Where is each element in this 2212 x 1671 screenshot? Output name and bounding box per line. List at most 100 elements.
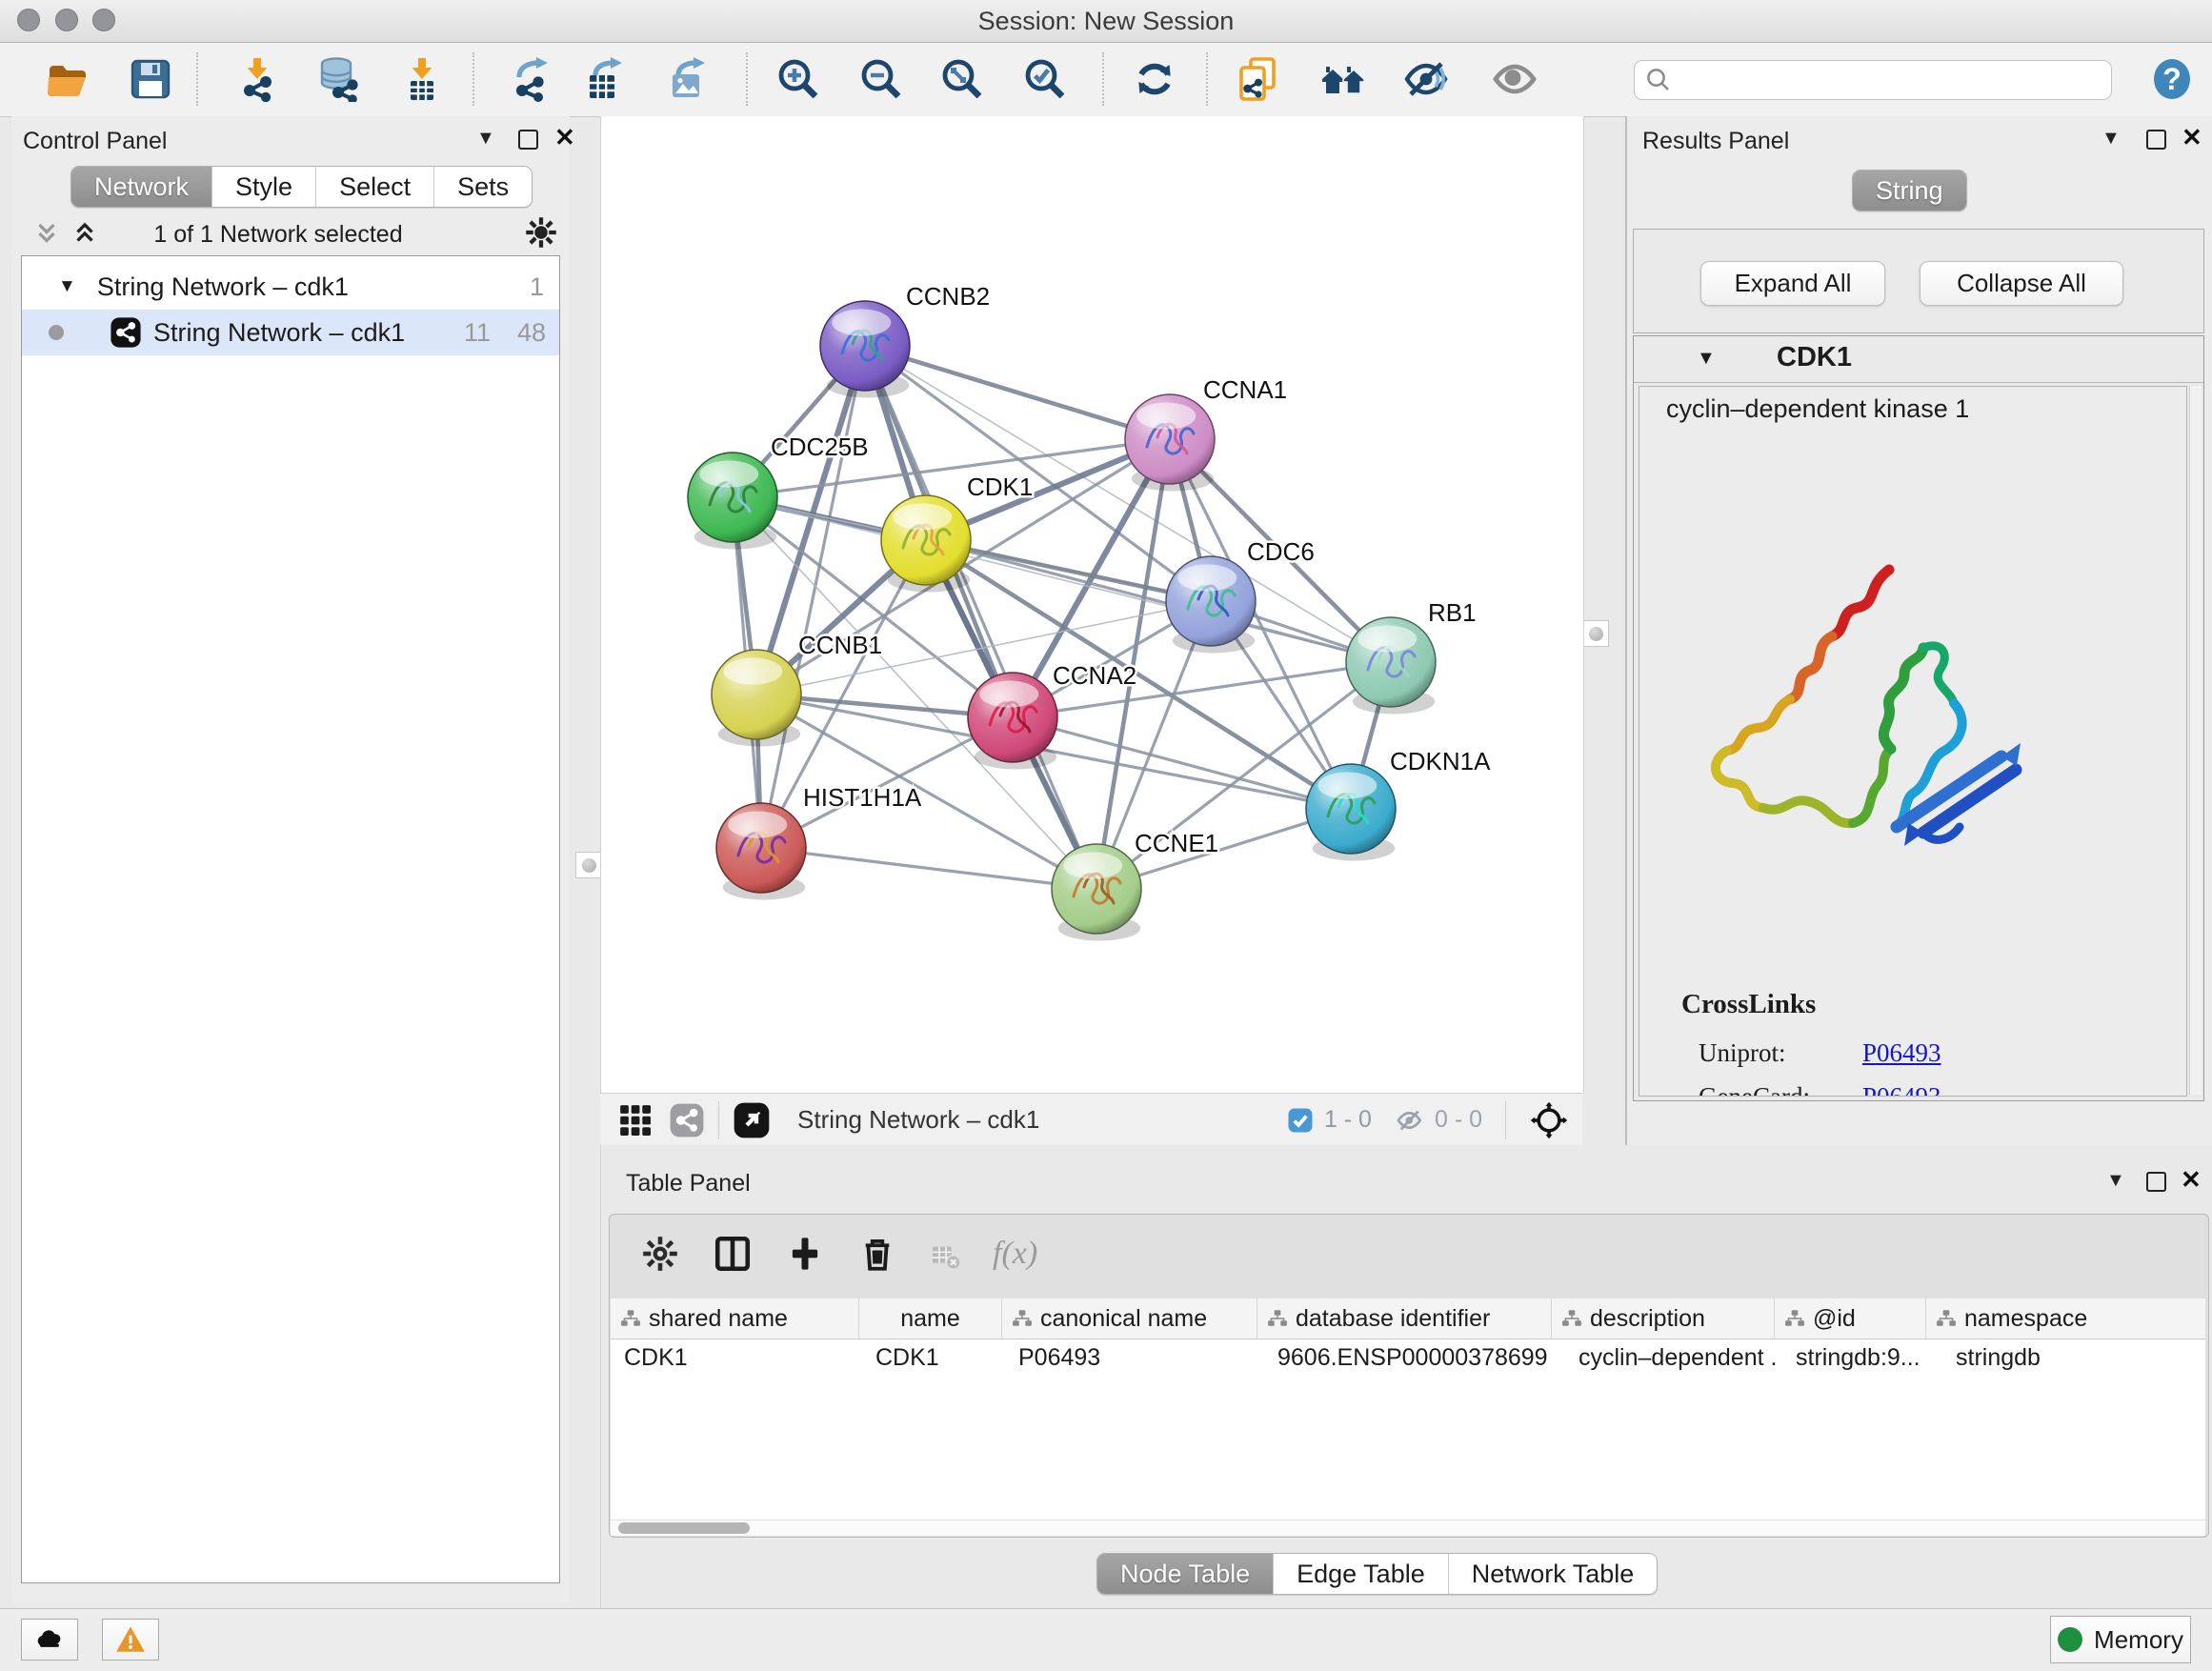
search-input[interactable]	[1679, 66, 2111, 95]
delete-column-icon[interactable]	[857, 1234, 897, 1278]
tab-string[interactable]: String	[1853, 171, 1966, 211]
network-collection-row[interactable]: ▼ String Network – cdk1 1	[22, 264, 559, 310]
tab-network-table[interactable]: Network Table	[1448, 1554, 1658, 1594]
zoom-in-icon[interactable]	[775, 56, 821, 102]
network-edge[interactable]	[865, 346, 1170, 439]
network-canvas[interactable]: CCNB2CCNA1CDC25BCDK1CDC6RB1CCNB1CCNA2CDK…	[600, 116, 1584, 1093]
network-view-icon[interactable]	[669, 1102, 705, 1138]
add-column-icon[interactable]	[785, 1234, 825, 1278]
node-label-HIST1H1A: HIST1H1A	[803, 783, 922, 812]
table-hscrollbar-thumb[interactable]	[618, 1522, 750, 1534]
results-scrollbar[interactable]	[2189, 386, 2202, 1095]
export-table-icon[interactable]	[582, 56, 628, 102]
selected-checkbox-icon	[1286, 1106, 1315, 1135]
network-edge[interactable]	[926, 540, 1391, 662]
network-edge[interactable]	[761, 848, 1096, 889]
float-panel-icon[interactable]	[2146, 1172, 2166, 1192]
network-options-gear-icon[interactable]	[524, 215, 558, 254]
memory-status-dot	[2058, 1627, 2082, 1652]
node-label-CCNB1: CCNB1	[798, 631, 882, 659]
birds-eye-view-icon[interactable]	[733, 1101, 771, 1139]
open-session-icon[interactable]	[44, 56, 90, 102]
column-header-canonical-name[interactable]: canonical name	[1002, 1299, 1257, 1339]
right-splitter-handle[interactable]	[1582, 620, 1609, 647]
hide-selected-icon[interactable]	[1403, 56, 1449, 102]
network-node-CCNE1[interactable]	[1052, 844, 1141, 941]
cell-database-identifier[interactable]: 9606.ENSP00000378699	[1277, 1340, 1554, 1375]
search-field[interactable]	[1634, 60, 2112, 100]
import-network-from-database-icon[interactable]	[315, 56, 361, 102]
column-header-namespace[interactable]: namespace	[1926, 1299, 2205, 1339]
left-splitter-handle[interactable]	[575, 852, 602, 878]
selected-node-edge-counts: 1 - 0	[1324, 1106, 1372, 1134]
export-network-icon[interactable]	[508, 56, 553, 102]
zoom-fit-content-icon[interactable]	[939, 56, 985, 102]
cell-namespace[interactable]: stringdb	[1956, 1340, 2099, 1375]
network-node-CCNA1[interactable]	[1125, 394, 1215, 492]
column-header-description[interactable]: description	[1552, 1299, 1775, 1339]
tab-edge-table[interactable]: Edge Table	[1273, 1554, 1448, 1594]
svg-text:?: ?	[2162, 62, 2182, 96]
collapse-panel-icon[interactable]: ▼	[2101, 128, 2121, 150]
export-image-icon[interactable]	[665, 56, 711, 102]
network-node-CDKN1A[interactable]	[1306, 764, 1396, 861]
network-node-CDC6[interactable]	[1166, 556, 1256, 654]
tab-sets[interactable]: Sets	[433, 167, 532, 207]
collapse-all-button[interactable]: Collapse All	[1920, 261, 2123, 306]
column-header-name[interactable]: name	[859, 1299, 1002, 1339]
network-row-selected[interactable]: String Network – cdk1 11 48	[22, 310, 559, 355]
collapse-panel-icon[interactable]: ▼	[476, 128, 495, 150]
grid-view-icon[interactable]	[617, 1102, 654, 1138]
cloud-services-button[interactable]	[21, 1619, 78, 1661]
cell-shared-name[interactable]: CDK1	[624, 1340, 853, 1375]
zoom-out-icon[interactable]	[858, 56, 904, 102]
close-panel-icon[interactable]: ✕	[554, 130, 575, 146]
cell-description[interactable]: cyclin–dependent ...	[1579, 1340, 1779, 1375]
table-options-gear-icon[interactable]	[640, 1234, 680, 1278]
import-network-from-file-icon[interactable]	[234, 56, 280, 102]
cell-canonical-name[interactable]: P06493	[1018, 1340, 1252, 1375]
tab-select[interactable]: Select	[315, 167, 433, 207]
tab-style[interactable]: Style	[211, 167, 315, 207]
fit-selected-crosshair-icon[interactable]	[1529, 1100, 1569, 1140]
collection-expander-icon[interactable]: ▼	[58, 276, 76, 297]
close-panel-icon[interactable]: ✕	[2181, 1172, 2202, 1188]
show-hidden-icon[interactable]	[1492, 56, 1538, 102]
close-panel-icon[interactable]: ✕	[2182, 130, 2202, 146]
network-node-RB1[interactable]	[1346, 617, 1436, 715]
table-hscrollbar[interactable]	[611, 1520, 2205, 1536]
cell-at-id[interactable]: stringdb:9...	[1796, 1340, 1920, 1375]
network-node-CCNA2[interactable]	[968, 673, 1057, 770]
show-columns-icon[interactable]	[713, 1234, 753, 1278]
network-edge[interactable]	[761, 346, 865, 848]
apply-layout-icon[interactable]	[1132, 56, 1177, 102]
network-node-CDK1[interactable]	[881, 495, 971, 593]
collapse-panel-icon[interactable]: ▼	[2106, 1170, 2125, 1192]
save-session-icon[interactable]	[128, 56, 173, 102]
zoom-selected-icon[interactable]	[1022, 56, 1068, 102]
function-builder-icon: f(x)	[993, 1236, 1037, 1272]
uniprot-link[interactable]: P06493	[1862, 1038, 1941, 1067]
import-table-from-file-icon[interactable]	[399, 56, 445, 102]
show-all-networks-icon[interactable]	[1320, 56, 1366, 102]
genecard-link[interactable]: P06493	[1862, 1082, 1941, 1097]
column-header-database-identifier[interactable]: database identifier	[1257, 1299, 1552, 1339]
network-node-CCNB2[interactable]	[820, 301, 910, 398]
network-node-CCNB1[interactable]	[712, 650, 801, 747]
float-panel-icon[interactable]	[518, 130, 538, 150]
cell-name[interactable]: CDK1	[875, 1340, 999, 1375]
string-network-graph[interactable]: CCNB2CCNA1CDC25BCDK1CDC6RB1CCNB1CCNA2CDK…	[601, 116, 1583, 1093]
copy-network-icon[interactable]	[1235, 56, 1280, 102]
column-header-at-id[interactable]: @id	[1775, 1299, 1926, 1339]
expand-all-button[interactable]: Expand All	[1700, 261, 1885, 306]
gene-expander-icon[interactable]: ▼	[1697, 348, 1716, 370]
help-icon[interactable]: ?	[2149, 56, 2195, 102]
network-node-HIST1H1A[interactable]	[716, 803, 806, 900]
network-node-CDC25B[interactable]	[688, 453, 777, 550]
memory-button[interactable]: Memory	[2050, 1616, 2191, 1663]
column-header-shared-name[interactable]: shared name	[611, 1299, 859, 1339]
tab-network[interactable]: Network	[71, 167, 211, 207]
tab-node-table[interactable]: Node Table	[1097, 1554, 1273, 1594]
float-panel-icon[interactable]	[2146, 130, 2166, 150]
warnings-button[interactable]	[102, 1619, 159, 1661]
